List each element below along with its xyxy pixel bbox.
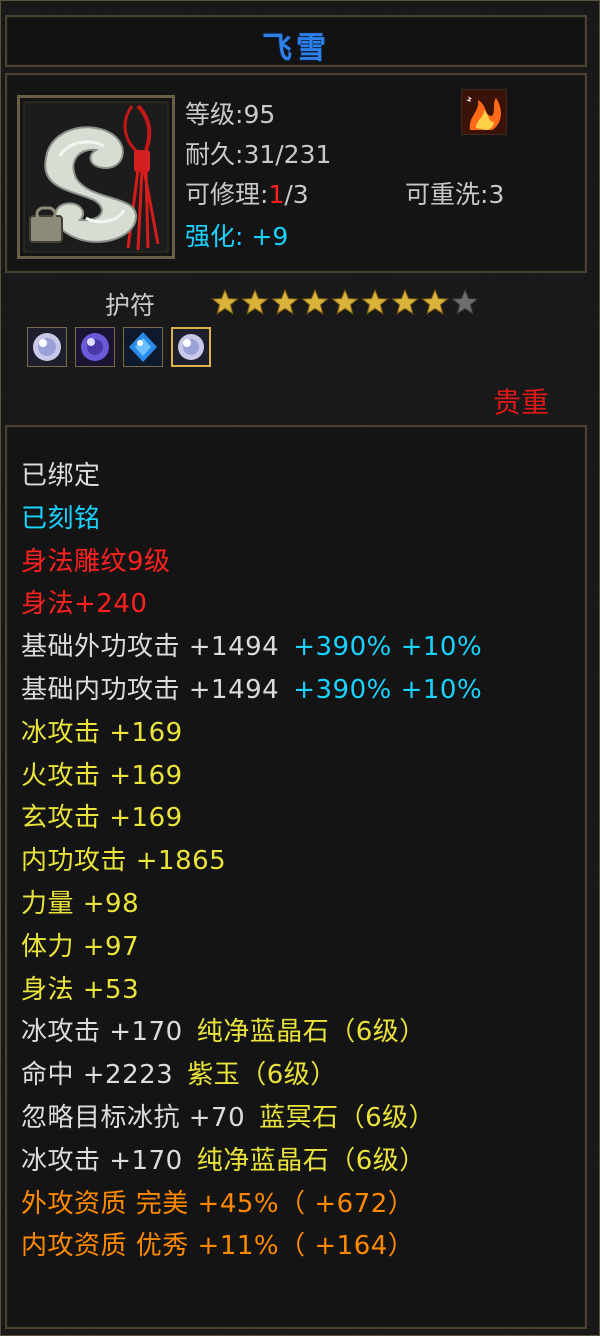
- title-bar: 飞雪: [5, 15, 587, 67]
- attribute-list: 已绑定已刻铭身法雕纹9级 身法+240 基础外功攻击 +1494 +390% +10%…: [5, 425, 587, 1329]
- attribute-text: 内攻资质 优秀 +11%（ +164）: [21, 1231, 415, 1262]
- attribute-line: 忽略目标冰抗 +70 蓝冥石（6级）: [21, 1097, 435, 1134]
- enhance-stat: 强化: +9: [185, 217, 288, 253]
- attribute-extra: 纯净蓝晶石（6级）: [196, 1145, 426, 1176]
- attribute-text: 冰攻击 +170: [21, 1017, 183, 1048]
- attribute-line: 力量 +98: [21, 883, 139, 920]
- star-filled-icon: [361, 288, 389, 315]
- attribute-extra: 纯净蓝晶石（6级）: [196, 1017, 426, 1048]
- attribute-line: 玄攻击 +169: [21, 797, 183, 834]
- attribute-text: 已绑定: [21, 461, 101, 491]
- attribute-line: 身法 +53: [21, 969, 139, 1006]
- flame-icon: [462, 90, 506, 134]
- repair-total: /3: [284, 180, 309, 209]
- attribute-text: 已刻铭: [21, 503, 101, 534]
- item-tooltip: 飞雪 等级:95 耐久:31/231 可修理:1/3 可重洗:3 强化: +9 …: [0, 0, 600, 1336]
- silver-gem-icon-selected[interactable]: [171, 327, 211, 367]
- attribute-text: 身法雕纹9级: [21, 546, 171, 577]
- star-filled-icon: [211, 288, 239, 315]
- attribute-text: 忽略目标冰抗 +70: [21, 1103, 246, 1133]
- attribute-line: 火攻击 +169: [21, 755, 183, 792]
- attribute-text: 玄攻击 +169: [21, 803, 183, 834]
- attribute-text: 冰攻击 +169: [21, 717, 183, 748]
- attribute-text: 身法 +53: [21, 974, 140, 1005]
- enhance-value: +9: [251, 222, 289, 251]
- attribute-line: 内功攻击 +1865: [21, 840, 226, 877]
- attribute-line: 基础外功攻击 +1494 +390% +10%: [21, 626, 482, 663]
- attribute-text: 身法+240: [21, 589, 148, 620]
- attribute-line: 已绑定: [21, 455, 101, 492]
- item-portrait: [17, 95, 175, 259]
- attribute-line: 身法雕纹9级: [21, 541, 171, 578]
- silver-gem-icon[interactable]: [27, 327, 67, 367]
- attribute-text: 内功攻击 +1865: [21, 846, 227, 877]
- flame-badge-icon: [461, 89, 507, 135]
- star-filled-icon: [331, 288, 359, 315]
- attribute-text: 冰攻击 +170: [21, 1145, 183, 1176]
- attribute-text: 力量 +98: [21, 889, 140, 919]
- attribute-extra: 蓝冥石（6级）: [259, 1103, 436, 1133]
- durability-stat: 耐久:31/231: [185, 135, 331, 171]
- attribute-line: 冰攻击 +170 纯净蓝晶石（6级）: [21, 1140, 426, 1177]
- item-header: 等级:95 耐久:31/231 可修理:1/3 可重洗:3 强化: +9: [5, 73, 587, 273]
- star-rating: [211, 288, 479, 316]
- attribute-text: 体力 +97: [21, 931, 140, 962]
- star-filled-icon: [421, 288, 449, 315]
- gem-slots: [27, 327, 211, 367]
- jade-amulet-icon: [20, 98, 172, 256]
- enhance-label: 强化:: [185, 222, 244, 251]
- rarity-label: 贵重: [492, 386, 549, 419]
- slot-label: 护符: [105, 291, 156, 320]
- attribute-line: 冰攻击 +169: [21, 712, 183, 749]
- attribute-text: 基础内功攻击 +1494: [21, 675, 280, 705]
- level-label: 等级:: [185, 100, 244, 129]
- attribute-line: 基础内功攻击 +1494 +390% +10%: [21, 669, 482, 706]
- attribute-text: 外攻资质 完美 +45%（ +672）: [21, 1188, 415, 1219]
- attribute-text: 命中 +2223: [21, 1060, 174, 1091]
- purple-gem-icon[interactable]: [75, 327, 115, 367]
- star-empty-icon: [451, 288, 479, 315]
- star-filled-icon: [241, 288, 269, 315]
- attribute-extra: 紫玉（6级）: [187, 1060, 337, 1091]
- attribute-line: 已刻铭: [21, 498, 101, 535]
- star-filled-icon: [301, 288, 329, 315]
- repair-current: 1: [268, 180, 285, 209]
- item-name: 飞雪: [262, 31, 330, 66]
- durability-label: 耐久:: [185, 140, 244, 169]
- attribute-text: 基础外功攻击 +1494: [21, 632, 280, 663]
- attribute-extra: +390% +10%: [293, 675, 483, 705]
- rewash-stat: 可重洗:3: [405, 175, 504, 211]
- rewash-value: 3: [488, 180, 505, 209]
- attribute-line: 体力 +97: [21, 926, 139, 963]
- durability-value: 31/231: [243, 140, 332, 169]
- star-filled-icon: [391, 288, 419, 315]
- attribute-line: 外攻资质 完美 +45%（ +672）: [21, 1183, 414, 1220]
- blue-gem-icon[interactable]: [123, 327, 163, 367]
- repair-label: 可修理:: [185, 180, 269, 209]
- attribute-text: 火攻击 +169: [21, 760, 183, 791]
- level-stat: 等级:95: [185, 95, 275, 131]
- rewash-label: 可重洗:: [405, 180, 489, 209]
- attribute-line: 命中 +2223 紫玉（6级）: [21, 1054, 337, 1091]
- attribute-extra: +390% +10%: [293, 632, 483, 663]
- star-filled-icon: [271, 288, 299, 315]
- attribute-line: 身法+240: [21, 583, 147, 620]
- repair-stat: 可修理:1/3: [185, 175, 309, 211]
- attribute-line: 冰攻击 +170 纯净蓝晶石（6级）: [21, 1011, 426, 1048]
- level-value: 95: [243, 100, 276, 129]
- attribute-line: 内攻资质 优秀 +11%（ +164）: [21, 1225, 414, 1262]
